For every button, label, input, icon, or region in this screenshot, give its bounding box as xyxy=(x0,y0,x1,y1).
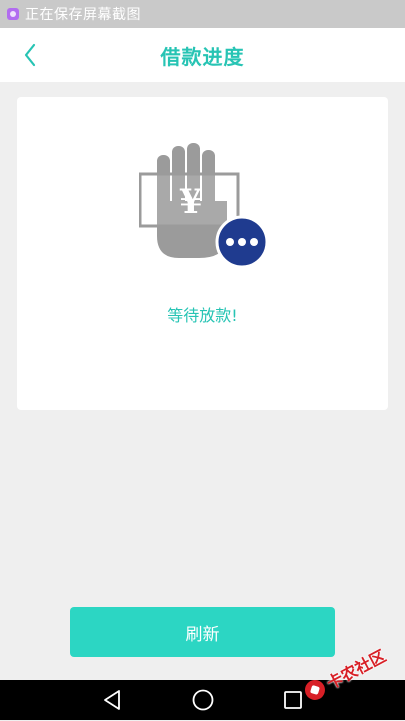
chevron-left-icon[interactable] xyxy=(18,40,48,70)
status-notification-text: 正在保存屏幕截图 xyxy=(25,7,141,23)
screenshot-icon xyxy=(7,8,19,20)
yen-symbol: ¥ xyxy=(179,182,203,222)
waiting-badge-icon xyxy=(215,215,269,266)
recent-square-icon[interactable] xyxy=(281,688,305,712)
status-bar: 正在保存屏幕截图 xyxy=(0,0,405,28)
page-title: 借款进度 xyxy=(160,44,245,69)
refresh-button[interactable]: 刷新 xyxy=(70,607,335,657)
watermark-text: 卡农社区 xyxy=(323,646,390,694)
home-circle-icon[interactable] xyxy=(191,688,215,712)
header: 借款进度 xyxy=(0,28,405,82)
status-message: 等待放款! xyxy=(167,306,238,325)
loan-status-card: ¥ 等待放款! xyxy=(17,97,388,410)
back-triangle-icon[interactable] xyxy=(101,688,125,712)
hand-money-waiting-icon: ¥ xyxy=(139,143,269,266)
